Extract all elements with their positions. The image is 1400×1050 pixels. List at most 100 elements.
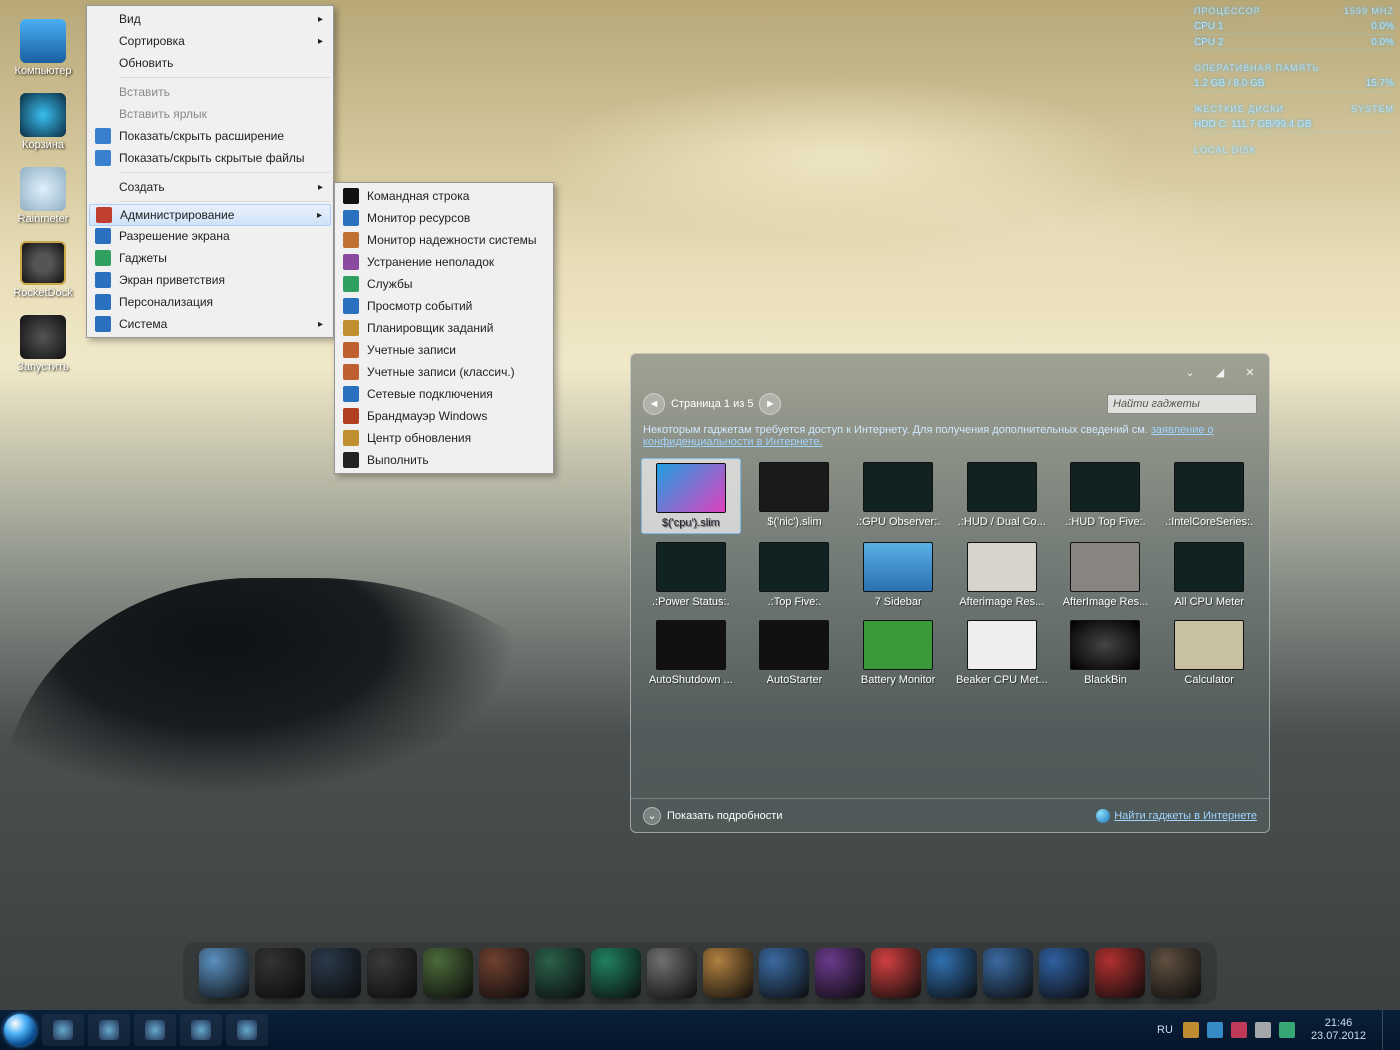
menu-icon [95,294,111,310]
page-next-button[interactable]: ► [759,393,781,415]
desktop-icon[interactable]: Rainmeter [5,153,81,225]
menu-item[interactable]: Учетные записи (классич.) [337,361,551,383]
back-icon[interactable]: ⌄ [1181,363,1199,381]
gadget-item[interactable]: .:IntelCoreSeries:. [1159,458,1259,534]
tray-icon[interactable] [1255,1022,1271,1038]
menu-icon [343,320,359,336]
tray-icon[interactable] [1183,1022,1199,1038]
taskbar-pinned-app[interactable] [88,1014,130,1046]
gadget-item[interactable]: $('nic').slim [745,458,845,534]
menu-item[interactable]: Службы [337,273,551,295]
menu-item[interactable]: Гаджеты [89,247,331,269]
desktop-icon[interactable]: Запустить [5,301,81,373]
gadget-thumbnail [1174,620,1244,670]
clock[interactable]: 21:46 23.07.2012 [1311,1017,1366,1043]
gadget-item[interactable]: AutoShutdown ... [641,616,741,690]
search-input[interactable]: Найти гаджеты [1107,394,1257,414]
menu-item[interactable]: Показать/скрыть скрытые файлы [89,147,331,169]
dock-item[interactable] [759,948,809,998]
dock-item[interactable] [1095,948,1145,998]
gadget-item[interactable]: Afterimage Res... [952,538,1052,612]
menu-item[interactable]: Брандмауэр Windows [337,405,551,427]
gadget-item[interactable]: Battery Monitor [848,616,948,690]
menu-item[interactable]: Выполнить [337,449,551,471]
taskbar-pinned-app[interactable] [226,1014,268,1046]
gadget-item[interactable]: 7 Sidebar [848,538,948,612]
dock-item[interactable] [983,948,1033,998]
menu-item: Вставить ярлык [89,103,331,125]
dock-item[interactable] [703,948,753,998]
dock-item[interactable] [255,948,305,998]
menu-item[interactable]: Создать [89,176,331,198]
menu-item[interactable]: Экран приветствия [89,269,331,291]
dock-item[interactable] [815,948,865,998]
menu-item[interactable]: Администрирование [89,204,331,226]
show-desktop-button[interactable] [1382,1010,1392,1050]
dock-item[interactable] [367,948,417,998]
menu-item[interactable]: Просмотр событий [337,295,551,317]
menu-item[interactable]: Показать/скрыть расширение [89,125,331,147]
dock-item[interactable] [591,948,641,998]
app-icon [20,241,66,285]
menu-item[interactable]: Вид [89,8,331,30]
close-icon[interactable]: ✕ [1241,363,1259,381]
dock-item[interactable] [1039,948,1089,998]
gadget-item[interactable]: BlackBin [1056,616,1156,690]
gadget-item[interactable]: .:Power Status:. [641,538,741,612]
menu-item[interactable]: Монитор ресурсов [337,207,551,229]
desktop-icon[interactable]: Компьютер [5,5,81,77]
dock-item[interactable] [647,948,697,998]
menu-item[interactable]: Сетевые подключения [337,383,551,405]
taskbar-pinned-app[interactable] [42,1014,84,1046]
gadget-item[interactable]: .:GPU Observer:. [848,458,948,534]
expand-icon[interactable]: ⌄ [643,807,661,825]
dock-item[interactable] [479,948,529,998]
menu-item[interactable]: Сортировка [89,30,331,52]
dock-item[interactable] [311,948,361,998]
language-indicator[interactable]: RU [1157,1024,1173,1036]
gadget-item[interactable]: Beaker CPU Met... [952,616,1052,690]
gadget-label: .:Power Status:. [652,596,730,608]
menu-item[interactable]: Разрешение экрана [89,225,331,247]
gadget-item[interactable]: .:Top Five:. [745,538,845,612]
menu-item[interactable]: Обновить [89,52,331,74]
dock-item[interactable] [927,948,977,998]
menu-item[interactable]: Персонализация [89,291,331,313]
menu-item[interactable]: Центр обновления [337,427,551,449]
tray-icon[interactable] [1207,1022,1223,1038]
gadget-thumbnail [1070,542,1140,592]
dock-item[interactable] [423,948,473,998]
dock-item[interactable] [535,948,585,998]
tray-icon[interactable] [1231,1022,1247,1038]
tray-icon[interactable] [1279,1022,1295,1038]
menu-item[interactable]: Монитор надежности системы [337,229,551,251]
rocketdock [183,942,1217,1004]
minimize-icon[interactable]: ◢ [1211,363,1229,381]
menu-item[interactable]: Планировщик заданий [337,317,551,339]
gadget-item[interactable]: Calculator [1159,616,1259,690]
find-online-link[interactable]: Найти гаджеты в Интернете [1096,809,1257,823]
desktop-icon[interactable]: Корзина [5,79,81,151]
show-details-button[interactable]: Показать подробности [667,810,782,822]
menu-item[interactable]: Учетные записи [337,339,551,361]
taskbar: RU 21:46 23.07.2012 [0,1010,1400,1050]
dock-item[interactable] [199,948,249,998]
dock-item[interactable] [871,948,921,998]
gadget-item[interactable]: .:HUD Top Five:. [1056,458,1156,534]
gadget-item[interactable]: AfterImage Res... [1056,538,1156,612]
gadget-item[interactable]: $('cpu').slim [641,458,741,534]
gadget-item[interactable]: .:HUD / Dual Co... [952,458,1052,534]
menu-item[interactable]: Система [89,313,331,335]
gadgets-titlebar[interactable]: ⌄ ◢ ✕ [631,354,1269,390]
page-prev-button[interactable]: ◄ [643,393,665,415]
desktop-icon[interactable]: RocketDock [5,227,81,299]
start-button[interactable] [0,1010,40,1050]
menu-item[interactable]: Устранение неполадок [337,251,551,273]
dock-item[interactable] [1151,948,1201,998]
menu-item[interactable]: Командная строка [337,185,551,207]
menu-icon [343,452,359,468]
gadget-item[interactable]: All CPU Meter [1159,538,1259,612]
gadget-item[interactable]: AutoStarter [745,616,845,690]
taskbar-pinned-app[interactable] [134,1014,176,1046]
taskbar-pinned-app[interactable] [180,1014,222,1046]
